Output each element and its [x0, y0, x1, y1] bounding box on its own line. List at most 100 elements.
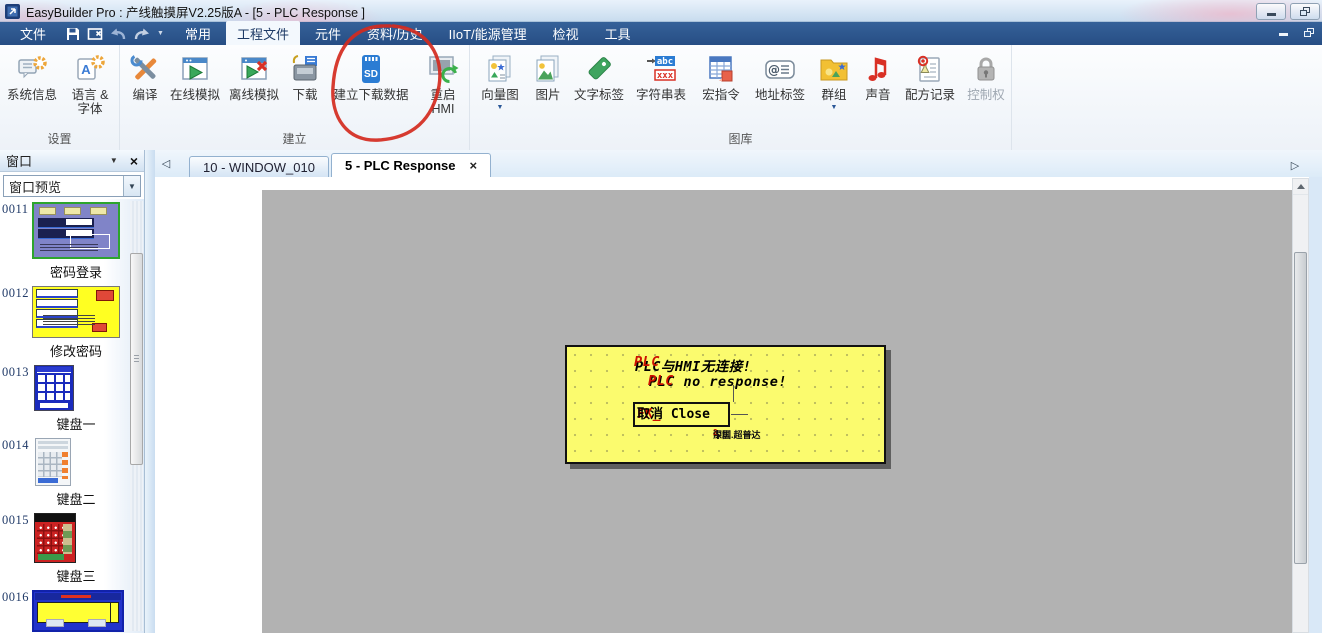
- tag-icon: [583, 51, 615, 87]
- window-thumbnail[interactable]: [34, 365, 74, 411]
- panel-scrollbar-thumb[interactable]: [130, 253, 143, 465]
- window-item-0012[interactable]: 0012 修改密码: [0, 283, 144, 362]
- group-dropdown-icon[interactable]: ▼: [831, 104, 838, 111]
- vector-dropdown-icon[interactable]: ▼: [497, 104, 504, 111]
- ribbon-group-library: 向量图 ▼ 图片 文字标签 abcxxx 字符串表 宏指令 @ 地址标签: [470, 45, 1012, 150]
- sound-button[interactable]: 声音: [857, 45, 899, 129]
- lock-icon: [970, 51, 1002, 87]
- svg-text:xxx: xxx: [657, 71, 674, 81]
- canvas-scrollbar-thumb[interactable]: [1294, 252, 1307, 564]
- tab-plc-response[interactable]: 5 - PLC Response ×: [331, 153, 491, 177]
- window-thumbnail[interactable]: [35, 438, 71, 486]
- design-canvas[interactable]: PLC与HMI无连接! PLC PLC no response! PLC FK_…: [155, 177, 1322, 633]
- restart-hmi-button[interactable]: 重启HMI: [417, 45, 469, 129]
- cancel-close-button[interactable]: FK_取消 Close: [633, 402, 730, 427]
- tab-object[interactable]: 元件: [304, 21, 352, 46]
- dialog-line1-overlay: PLC: [634, 354, 660, 370]
- panel-scrollbar[interactable]: [130, 201, 143, 631]
- window-preview-value: 窗口预览: [9, 177, 61, 196]
- tab-scroll-right-icon[interactable]: ▷: [1288, 159, 1302, 172]
- hmi-screen[interactable]: PLC与HMI无连接! PLC PLC no response! PLC FK_…: [262, 190, 1292, 633]
- tab-tools[interactable]: 工具: [594, 21, 642, 46]
- svg-text:A: A: [81, 62, 91, 77]
- quick-access-more-icon[interactable]: ▼: [157, 30, 164, 37]
- online-simulation-button[interactable]: 在线模拟: [167, 45, 223, 129]
- guide-mark-horizontal: [731, 414, 748, 415]
- window-thumbnail[interactable]: [32, 590, 124, 632]
- system-info-button[interactable]: 系统信息: [3, 45, 61, 129]
- minimize-button[interactable]: [1256, 3, 1286, 20]
- plc-response-dialog[interactable]: PLC与HMI无连接! PLC PLC no response! PLC FK_…: [565, 345, 886, 464]
- group-library-button[interactable]: 群组 ▼: [811, 45, 857, 129]
- svg-text:SD: SD: [364, 69, 378, 80]
- tab-common[interactable]: 常用: [174, 21, 222, 46]
- tab-window-010[interactable]: 10 - WINDOW_010: [189, 156, 329, 177]
- restart-hmi-icon: [427, 51, 459, 87]
- menu-file[interactable]: 文件: [8, 21, 58, 46]
- window-panel-header: 窗口 ▼ ×: [0, 150, 144, 172]
- close-window-icon[interactable]: [87, 26, 104, 42]
- panel-dropdown-icon[interactable]: ▼: [110, 156, 118, 165]
- window-frame-edge: [1309, 177, 1322, 633]
- compile-icon: [129, 51, 161, 87]
- group-label-library: 图库: [470, 129, 1011, 150]
- window-item-0015[interactable]: 0015 键盘三: [0, 510, 144, 587]
- panel-splitter[interactable]: [145, 150, 155, 633]
- group-label-build: 建立: [120, 129, 469, 150]
- window-panel-title: 窗口: [6, 151, 32, 170]
- download-button[interactable]: 下载: [285, 45, 325, 129]
- canvas-vertical-scrollbar[interactable]: [1292, 178, 1309, 633]
- save-icon[interactable]: [65, 26, 81, 42]
- child-restore-icon[interactable]: [1304, 28, 1314, 37]
- svg-text:@: @: [768, 63, 780, 77]
- tab-iiot-energy[interactable]: IIoT/能源管理: [438, 21, 538, 46]
- language-font-button[interactable]: A 语言 & 字体: [61, 45, 119, 129]
- tab-project-file[interactable]: 工程文件: [226, 21, 300, 46]
- picture-button[interactable]: 图片: [527, 45, 569, 129]
- redo-icon[interactable]: [133, 27, 150, 41]
- vector-graphics-button[interactable]: 向量图 ▼: [473, 45, 527, 129]
- restore-button[interactable]: [1290, 3, 1320, 20]
- child-minimize-icon[interactable]: [1279, 33, 1288, 36]
- system-info-icon: [16, 51, 48, 87]
- window-thumbnail[interactable]: [32, 286, 120, 338]
- tab-scroll-left-icon[interactable]: ◁: [159, 157, 173, 170]
- tab-close-icon[interactable]: ×: [470, 158, 478, 173]
- music-note-icon: [862, 51, 894, 87]
- scroll-up-icon[interactable]: [1293, 179, 1308, 195]
- ribbon-tab-bar: 文件 ▼ 常用 工程文件 元件 资料/历史 IIoT/能源管理 检视 工具: [0, 22, 1322, 45]
- minimize-icon: [1267, 13, 1276, 16]
- window-item-0011[interactable]: 0011 密码登录: [0, 199, 144, 283]
- language-font-icon: A: [74, 51, 106, 87]
- combo-dropdown-icon[interactable]: ▼: [123, 176, 140, 196]
- tab-view[interactable]: 检视: [542, 21, 590, 46]
- window-panel: 窗口 ▼ × 窗口预览 ▼ 0011 密码登录 0012 修改密码: [0, 150, 145, 633]
- tab-data-history[interactable]: 资料/历史: [356, 21, 434, 46]
- window-item-0013[interactable]: 0013 键盘一: [0, 362, 144, 435]
- window-preview-select[interactable]: 窗口预览 ▼: [3, 175, 141, 197]
- address-tag-button[interactable]: @ 地址标签: [749, 45, 811, 129]
- editor-area: ◁ 10 - WINDOW_010 5 - PLC Response × ▷ P…: [155, 150, 1322, 633]
- window-item-0014[interactable]: 0014 键盘二: [0, 435, 144, 510]
- recipe-record-button[interactable]: 配方记录: [899, 45, 961, 129]
- title-bar: EasyBuilder Pro : 产线触摸屏V2.25版A - [5 - PL…: [0, 0, 1322, 22]
- text-label-button[interactable]: 文字标签: [569, 45, 629, 129]
- panel-close-icon[interactable]: ×: [130, 153, 138, 169]
- dialog-line2-overlay: PLC: [648, 373, 674, 389]
- document-tab-strip: ◁ 10 - WINDOW_010 5 - PLC Response × ▷: [155, 150, 1322, 178]
- macro-button[interactable]: 宏指令: [693, 45, 749, 129]
- string-table-button[interactable]: abcxxx 字符串表: [629, 45, 693, 129]
- compile-button[interactable]: 编译: [123, 45, 167, 129]
- window-list: 0011 密码登录 0012 修改密码 0013 键盘一: [0, 199, 144, 633]
- svg-text:abc: abc: [657, 57, 673, 67]
- window-item-0016[interactable]: 0016 停机提示页面: [0, 587, 144, 633]
- window-thumbnail[interactable]: [34, 513, 76, 563]
- undo-icon[interactable]: [110, 27, 127, 41]
- window-thumbnail[interactable]: [32, 202, 120, 259]
- offline-simulation-button[interactable]: 离线模拟: [223, 45, 285, 129]
- ribbon-group-build: 编译 在线模拟 离线模拟 下载 SD 建立下载数据 重启HMI: [120, 45, 470, 150]
- build-download-data-button[interactable]: SD 建立下载数据: [325, 45, 417, 129]
- control-token-button: 控制权: [961, 45, 1011, 129]
- window-title: EasyBuilder Pro : 产线触摸屏V2.25版A - [5 - PL…: [26, 2, 365, 21]
- app-icon: [5, 4, 20, 19]
